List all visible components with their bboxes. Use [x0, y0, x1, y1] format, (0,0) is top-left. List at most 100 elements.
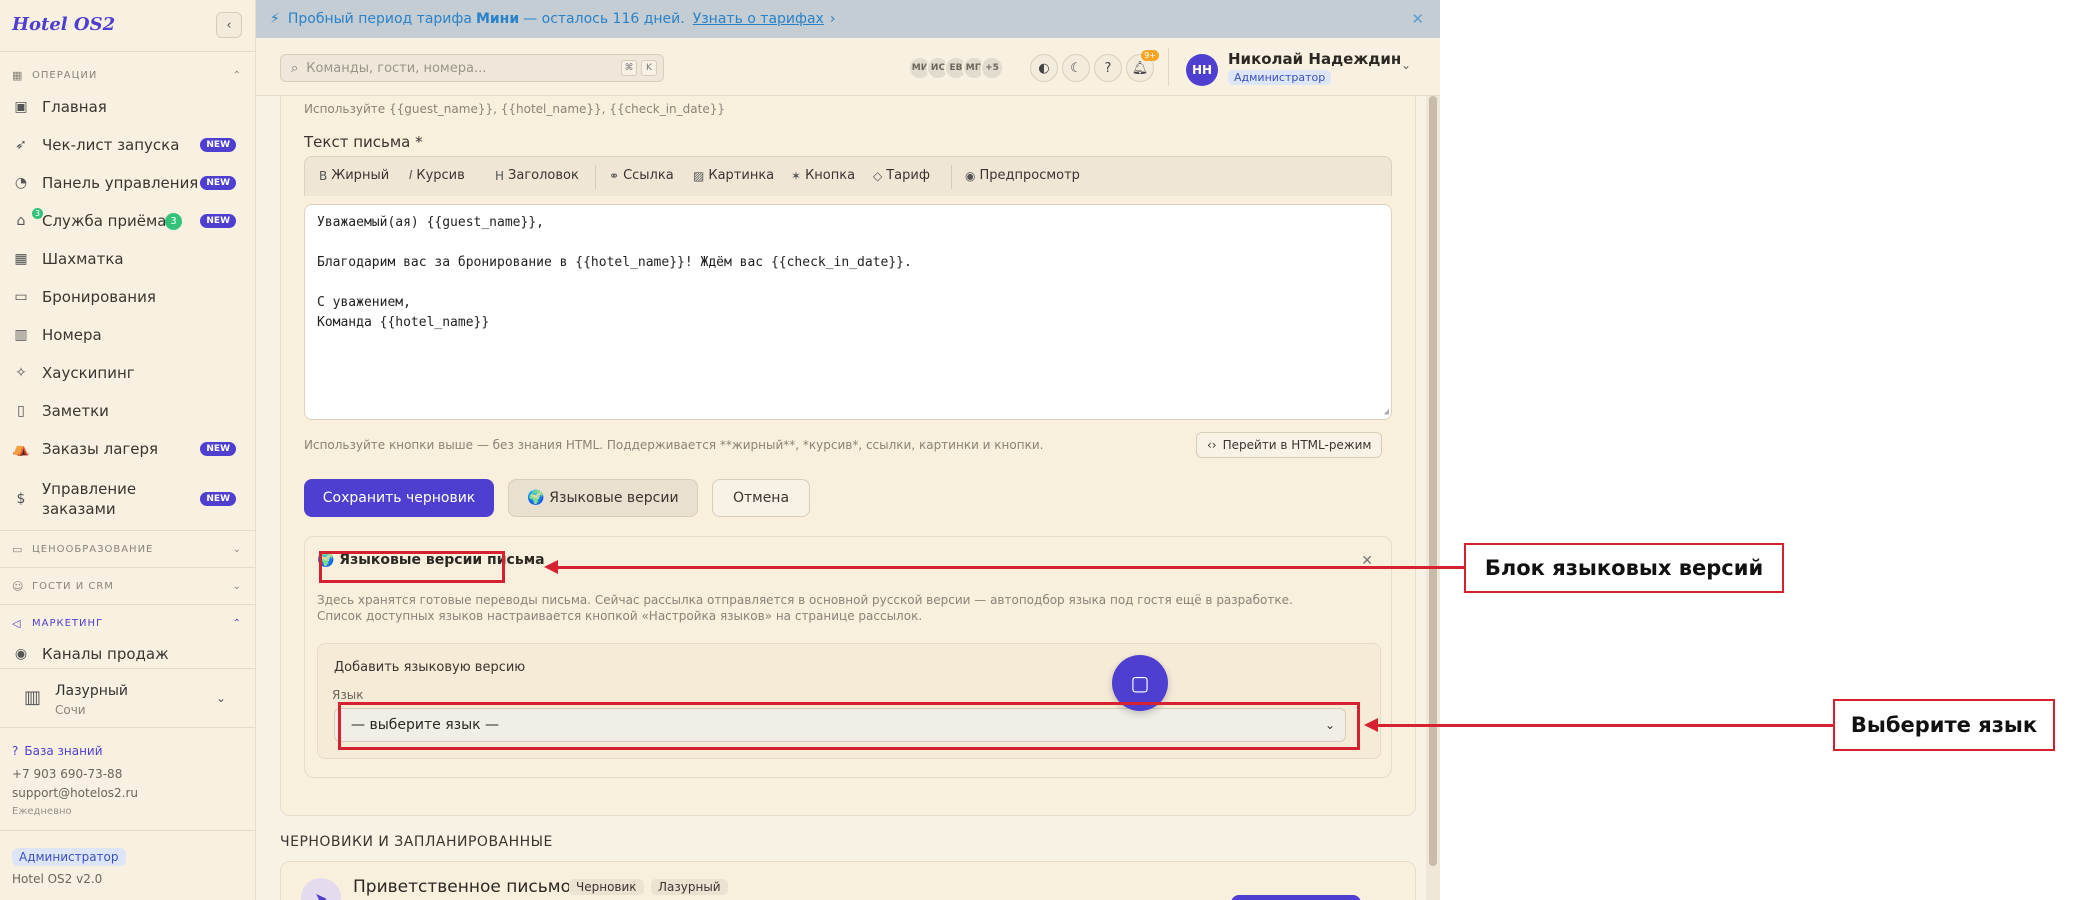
- new-badge: NEW: [200, 138, 236, 152]
- plans-link[interactable]: Узнать о тарифах: [693, 11, 824, 27]
- sidebar-item-housekeeping[interactable]: ✧ Хаускипинг: [12, 364, 244, 382]
- main-content: Используйте {{guest_name}}, {{hotel_name…: [256, 96, 1440, 900]
- divider: [0, 604, 256, 605]
- body-line: [317, 275, 1379, 295]
- users-icon: ☺: [12, 579, 25, 593]
- bold-label: Жирный: [331, 168, 390, 183]
- collapse-sidebar-button[interactable]: ‹: [216, 12, 242, 38]
- highlight-language-block-title: [319, 551, 505, 583]
- tariff-button[interactable]: ◇ Тариф: [873, 168, 930, 183]
- save-draft-button[interactable]: Сохранить черновик: [304, 479, 494, 517]
- sidebar-item-label: Служба приёма: [42, 212, 167, 230]
- role-badge: Администратор: [12, 848, 126, 866]
- cta-button-button[interactable]: ✶ Кнопка: [791, 168, 855, 183]
- image-icon: ▨: [693, 168, 705, 183]
- knowledge-base-link[interactable]: ? База знаний: [12, 744, 103, 758]
- trial-banner: ⚡ Пробный период тарифа Мини — осталось …: [256, 0, 1440, 38]
- user-name[interactable]: Николай Надеждин: [1228, 50, 1401, 68]
- chevron-down-icon[interactable]: ⌄: [1401, 58, 1411, 72]
- sidebar-item-label: Номера: [42, 326, 102, 344]
- bell-desk-icon: ⌂: [16, 213, 26, 229]
- image-button[interactable]: ▨ Картинка: [693, 168, 774, 183]
- chevron-up-icon: ⌃: [232, 617, 242, 629]
- html-mode-button[interactable]: ‹› Перейти в HTML-режим: [1196, 432, 1383, 458]
- sidebar-item-sales-channels[interactable]: ◉ Каналы продаж: [12, 645, 244, 663]
- support-phone[interactable]: +7 903 690-73-88: [12, 767, 122, 781]
- section-operations-label: ОПЕРАЦИИ: [32, 69, 98, 81]
- status-badge: Черновик: [569, 879, 644, 895]
- sidebar-item-chess[interactable]: ▦ Шахматка: [12, 250, 244, 268]
- sidebar-item-control-panel[interactable]: ◔ Панель управления NEW: [12, 174, 244, 192]
- sidebar-item-label: Чек-лист запуска: [42, 136, 180, 154]
- scrollbar[interactable]: [1426, 96, 1440, 900]
- body-line: [317, 235, 1379, 255]
- link-label: Ссылка: [623, 168, 674, 183]
- sidebar-item-camp-orders[interactable]: ⛺ Заказы лагеря NEW: [12, 440, 244, 458]
- scrollbar-thumb[interactable]: [1429, 96, 1437, 866]
- link-icon: ⚭: [609, 168, 620, 183]
- bell-icon: 🔔︎: [1131, 60, 1149, 76]
- close-banner-icon[interactable]: ✕: [1411, 10, 1424, 28]
- divider: [595, 165, 596, 189]
- new-badge: NEW: [200, 492, 236, 506]
- sidebar-item-order-management[interactable]: $ Управление заказами NEW: [12, 478, 244, 520]
- user-avatar[interactable]: НН: [1186, 54, 1218, 86]
- megaphone-icon: ◁: [12, 616, 22, 630]
- preview-button[interactable]: ◉ Предпросмотр: [965, 168, 1080, 183]
- sidebar-item-label: Каналы продаж: [42, 645, 169, 663]
- italic-label: Курсив: [416, 168, 465, 183]
- kbd-k: K: [641, 60, 657, 76]
- app-logo[interactable]: Hotel OS2: [12, 14, 115, 35]
- bold-button[interactable]: B Жирный: [319, 168, 389, 183]
- hotel-switcher[interactable]: ▥ Лазурный Сочи ⌄: [0, 668, 256, 728]
- support-email[interactable]: support@hotelos2.ru: [12, 786, 138, 800]
- sidebar-item-label: Главная: [42, 98, 107, 116]
- draft-action-button[interactable]: [1231, 895, 1361, 900]
- sidebar-item-bookings[interactable]: ▭ Бронирования: [12, 288, 244, 306]
- notifications-button[interactable]: 🔔︎ 9+: [1126, 50, 1159, 82]
- section-marketing[interactable]: ◁ МАРКЕТИНГ ⌃: [12, 613, 244, 633]
- cancel-button[interactable]: Отмена: [712, 479, 810, 517]
- italic-button[interactable]: 𝐼 Курсив: [409, 168, 465, 183]
- draft-title: Приветственное письмо: [353, 877, 571, 897]
- body-line: С уважением,: [317, 295, 411, 310]
- search-input[interactable]: ⌕ Команды, гости, номера... ⌘ K: [280, 54, 664, 82]
- draft-card[interactable]: ➤ Приветственное письмо Черновик Лазурны…: [280, 861, 1416, 900]
- sidebar-item-front-desk[interactable]: ⌂ 3 Служба приёма 3 NEW: [12, 208, 244, 230]
- sidebar-item-label: Бронирования: [42, 288, 156, 306]
- dark-mode-button[interactable]: ☾: [1062, 54, 1090, 82]
- language-label: Язык: [332, 688, 364, 702]
- heading-button[interactable]: H Заголовок: [495, 168, 579, 183]
- online-users[interactable]: МИ ИС ЕВ МП +5: [908, 56, 1004, 80]
- divider: [0, 567, 256, 568]
- new-badge: NEW: [200, 214, 236, 228]
- body-line: Уважаемый(ая) {{guest_name}},: [317, 215, 544, 230]
- email-body-editor[interactable]: Уважаемый(ая) {{guest_name}}, Благодарим…: [304, 204, 1392, 420]
- language-versions-description: Здесь хранятся готовые переводы письма. …: [317, 593, 1293, 623]
- sidebar-item-launch-checklist[interactable]: ➶ Чек-лист запуска NEW: [12, 136, 244, 154]
- icon-count-dot: 3: [32, 208, 43, 219]
- sidebar: Hotel OS2 ‹ ▦ ОПЕРАЦИИ ⌃ ▣ Главная ➶ Чек…: [0, 0, 256, 900]
- sidebar-item-rooms[interactable]: ▥ Номера: [12, 326, 244, 344]
- section-operations[interactable]: ▦ ОПЕРАЦИИ ⌃: [12, 65, 244, 85]
- avatar-more[interactable]: +5: [980, 56, 1004, 80]
- theme-palette-button[interactable]: ◐: [1030, 54, 1058, 82]
- sidebar-item-label: Заказы лагеря: [42, 440, 159, 458]
- dashboard-icon: ▣: [14, 99, 28, 115]
- divider: [1168, 48, 1169, 86]
- section-pricing[interactable]: ▭ ЦЕНООБРАЗОВАНИЕ ⌄: [12, 539, 244, 559]
- language-versions-button[interactable]: 🌍 Языковые версии: [508, 479, 698, 517]
- chevron-left-icon: ‹: [226, 17, 232, 33]
- heading-label: Заголовок: [508, 168, 579, 183]
- drafts-heading: ЧЕРНОВИКИ И ЗАПЛАНИРОВАННЫЕ: [280, 834, 553, 850]
- link-button[interactable]: ⚭ Ссылка: [609, 168, 674, 183]
- banner-plan: Мини: [475, 11, 520, 27]
- sidebar-item-notes[interactable]: ▯ Заметки: [12, 402, 244, 420]
- grid-icon: ▦: [12, 68, 24, 82]
- section-guests[interactable]: ☺ ГОСТИ И CRM ⌄: [12, 576, 244, 596]
- sidebar-item-home[interactable]: ▣ Главная: [12, 98, 244, 116]
- help-button[interactable]: ?: [1094, 54, 1122, 82]
- resize-handle-icon[interactable]: ◢: [1384, 407, 1389, 417]
- divider: [951, 165, 952, 189]
- wallet-icon: ▭: [12, 542, 24, 556]
